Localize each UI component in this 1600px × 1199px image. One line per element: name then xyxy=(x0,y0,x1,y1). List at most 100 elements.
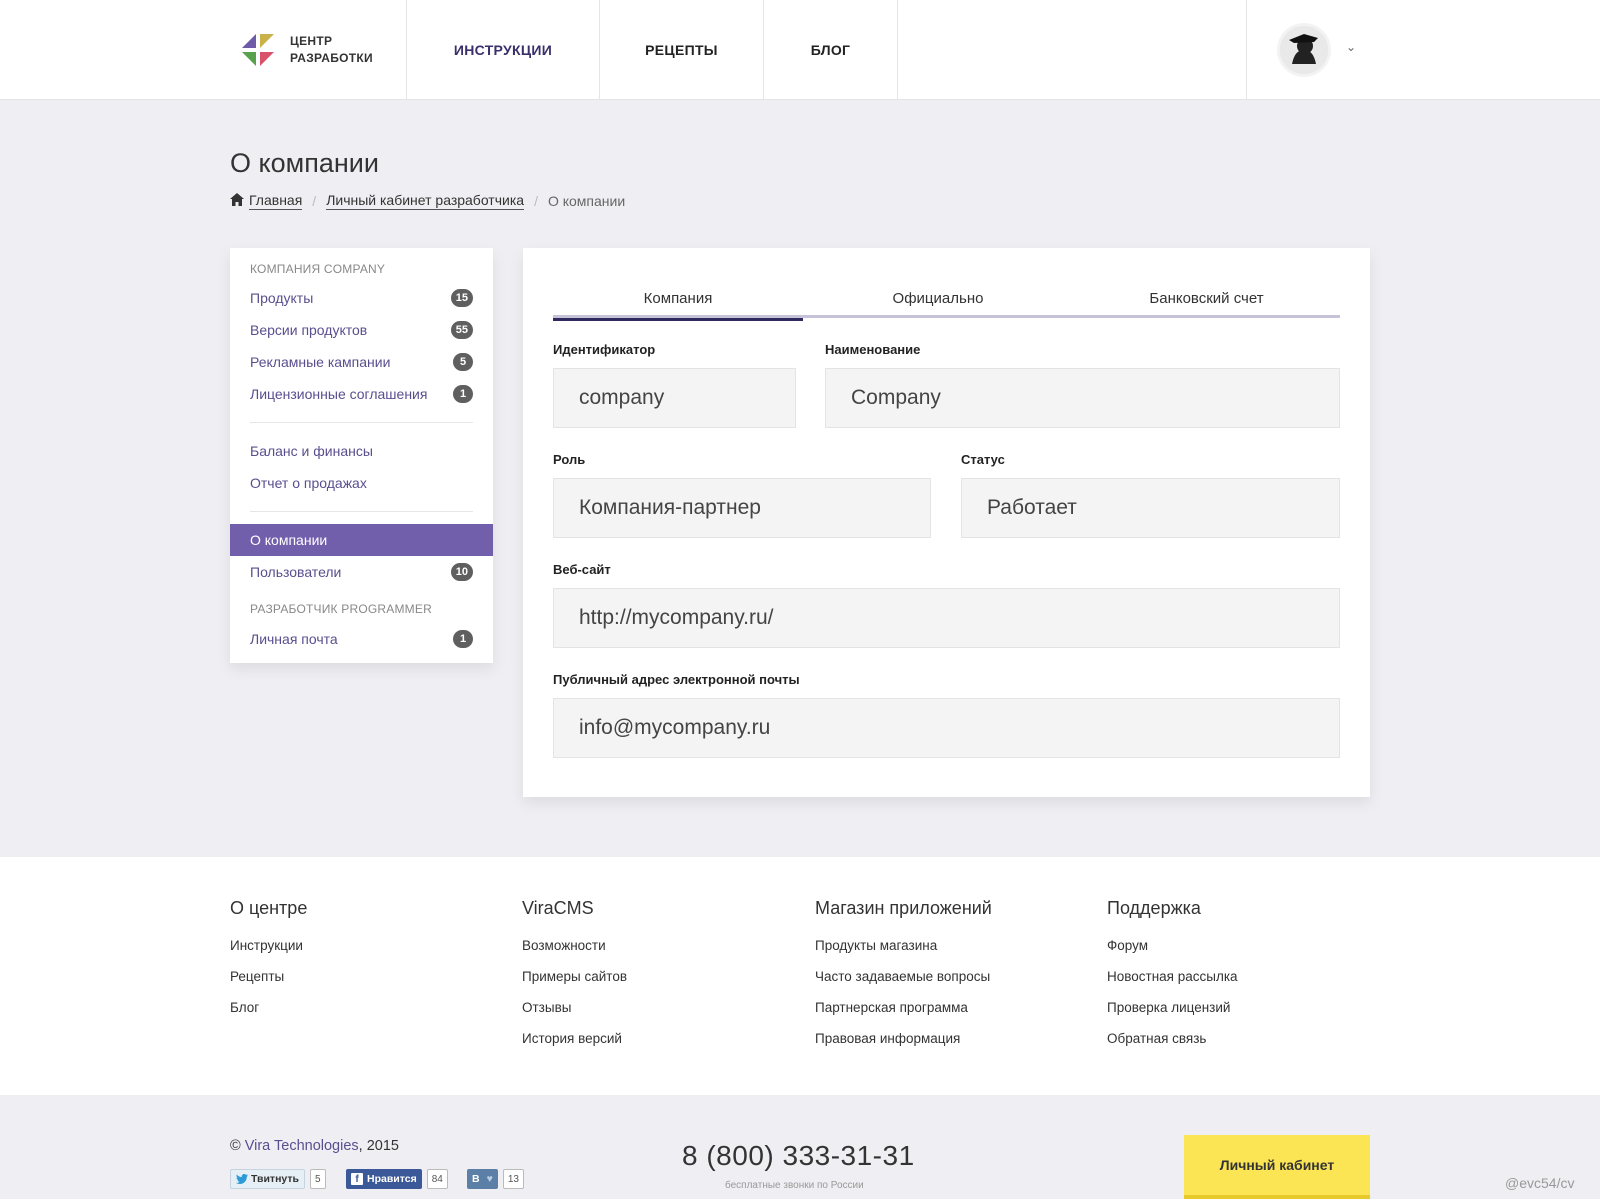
phone-note: бесплатные звонки по России xyxy=(725,1180,864,1191)
sidebar-item-products[interactable]: Продукты 15 xyxy=(230,282,493,314)
chevron-down-icon[interactable]: ⌄ xyxy=(1346,40,1356,54)
site-logo[interactable]: ЦЕНТР РАЗРАБОТКИ xyxy=(238,30,378,70)
tab-company[interactable]: Компания xyxy=(553,278,803,321)
breadcrumb: Главная / Личный кабинет разработчика / … xyxy=(230,192,625,210)
footer-col-support: Поддержка Форум Новостная рассылка Прове… xyxy=(1107,898,1238,1063)
footer-link[interactable]: Отзывы xyxy=(522,1001,627,1032)
nav-divider xyxy=(897,0,898,100)
watermark: @evc54/cv xyxy=(1505,1175,1575,1191)
public-email-label: Публичный адрес электронной почты xyxy=(553,672,800,687)
logo-mark-icon xyxy=(238,30,278,70)
heart-icon: ♥ xyxy=(486,1173,493,1185)
footer-col-about: О центре Инструкции Рецепты Блог xyxy=(230,898,307,1032)
sidebar-item-label: Рекламные кампании xyxy=(250,354,391,370)
role-field[interactable]: Компания-партнер xyxy=(553,478,931,538)
facebook-button[interactable]: f Нравится xyxy=(346,1169,422,1189)
footer-link[interactable]: Форум xyxy=(1107,939,1238,970)
sidebar-item-users[interactable]: Пользователи 10 xyxy=(230,556,493,588)
sidebar-item-ad-campaigns[interactable]: Рекламные кампании 5 xyxy=(230,346,493,378)
sidebar-divider xyxy=(250,422,473,423)
sidebar-group-programmer: РАЗРАБОТЧИК PROGRAMMER xyxy=(250,602,432,616)
user-avatar[interactable] xyxy=(1277,23,1331,77)
sidebar-item-label: Отчет о продажах xyxy=(250,475,367,491)
twitter-count: 5 xyxy=(309,1169,326,1189)
sidebar-item-label: Личная почта xyxy=(250,631,338,647)
home-icon xyxy=(230,193,244,209)
vk-count: 13 xyxy=(502,1169,524,1189)
sidebar-item-label: Продукты xyxy=(250,290,314,306)
website-label: Веб-сайт xyxy=(553,562,611,577)
footer-col-title: Поддержка xyxy=(1107,898,1201,918)
facebook-label: Нравится xyxy=(367,1173,417,1185)
vk-button[interactable]: В ♥ xyxy=(467,1169,498,1189)
sidebar-divider xyxy=(250,511,473,512)
count-badge: 1 xyxy=(453,385,473,403)
status-label: Статус xyxy=(961,452,1005,467)
twitter-share[interactable]: Твитнуть 5 xyxy=(230,1168,326,1190)
footer-link[interactable]: Блог xyxy=(230,1001,307,1032)
status-field[interactable]: Работает xyxy=(961,478,1340,538)
footer-link[interactable]: Правовая информация xyxy=(815,1032,992,1063)
brand-link[interactable]: Vira Technologies xyxy=(245,1138,359,1154)
website-field[interactable]: http://mycompany.ru/ xyxy=(553,588,1340,648)
vk-label: В xyxy=(472,1173,480,1185)
count-badge: 10 xyxy=(450,563,473,581)
sidebar: КОМПАНИЯ COMPANY Продукты 15 Версии прод… xyxy=(230,248,493,663)
sidebar-item-personal-mail[interactable]: Личная почта 1 xyxy=(230,623,493,655)
footer-link[interactable]: Инструкции xyxy=(230,939,307,970)
nav-recipes[interactable]: РЕЦЕПТЫ xyxy=(600,0,763,100)
personal-cabinet-button[interactable]: Личный кабинет xyxy=(1184,1135,1370,1199)
sidebar-item-sales-report[interactable]: Отчет о продажах xyxy=(230,467,493,499)
footer-link[interactable]: Партнерская программа xyxy=(815,1001,992,1032)
footer-link[interactable]: Новостная рассылка xyxy=(1107,970,1238,1001)
footer-link[interactable]: Часто задаваемые вопросы xyxy=(815,970,992,1001)
breadcrumb-cabinet-link[interactable]: Личный кабинет разработчика xyxy=(326,192,525,210)
count-badge: 1 xyxy=(453,630,473,648)
footer-link[interactable]: Возможности xyxy=(522,939,627,970)
count-badge: 15 xyxy=(450,289,473,307)
footer-col-title: Магазин приложений xyxy=(815,898,992,918)
role-label: Роль xyxy=(553,452,586,467)
nav-blog[interactable]: БЛОГ xyxy=(764,0,897,100)
facebook-like[interactable]: f Нравится 84 xyxy=(346,1168,448,1190)
twitter-label: Твитнуть xyxy=(251,1173,299,1185)
top-header: ЦЕНТР РАЗРАБОТКИ ИНСТРУКЦИИ РЕЦЕПТЫ БЛОГ… xyxy=(0,0,1600,100)
sidebar-item-label: Пользователи xyxy=(250,564,342,580)
sidebar-item-label: Баланс и финансы xyxy=(250,443,373,459)
footer-link[interactable]: Примеры сайтов xyxy=(522,970,627,1001)
vk-like[interactable]: В ♥ 13 xyxy=(467,1168,524,1190)
tab-bar: Компания Официально Банковский счет xyxy=(553,278,1340,321)
id-field[interactable]: company xyxy=(553,368,796,428)
twitter-icon xyxy=(236,1174,248,1184)
footer-col-app-store: Магазин приложений Продукты магазина Час… xyxy=(815,898,992,1063)
footer-link[interactable]: Обратная связь xyxy=(1107,1032,1238,1063)
footer-link[interactable]: Рецепты xyxy=(230,970,307,1001)
name-field[interactable]: Company xyxy=(825,368,1340,428)
footer-link[interactable]: Продукты магазина xyxy=(815,939,992,970)
breadcrumb-home-link[interactable]: Главная xyxy=(249,192,303,210)
breadcrumb-separator: / xyxy=(534,193,538,209)
count-badge: 55 xyxy=(450,321,473,339)
sidebar-item-about-company[interactable]: О компании xyxy=(230,524,493,556)
footer-col-viracms: ViraCMS Возможности Примеры сайтов Отзыв… xyxy=(522,898,627,1063)
sidebar-item-product-versions[interactable]: Версии продуктов 55 xyxy=(230,314,493,346)
sidebar-item-balance[interactable]: Баланс и финансы xyxy=(230,435,493,467)
footer-link[interactable]: Проверка лицензий xyxy=(1107,1001,1238,1032)
footer-link[interactable]: История версий xyxy=(522,1032,627,1063)
breadcrumb-separator: / xyxy=(312,193,317,209)
tab-bank-account[interactable]: Банковский счет xyxy=(1073,278,1340,318)
company-form-card: Компания Официально Банковский счет Иден… xyxy=(523,248,1370,797)
tab-official[interactable]: Официально xyxy=(803,278,1073,318)
sidebar-item-label: Лицензионные соглашения xyxy=(250,386,428,402)
logo-text: ЦЕНТР РАЗРАБОТКИ xyxy=(290,34,373,65)
facebook-icon: f xyxy=(351,1173,363,1185)
sidebar-group-company: КОМПАНИЯ COMPANY xyxy=(250,262,386,276)
twitter-button[interactable]: Твитнуть xyxy=(230,1169,305,1189)
phone-number: 8 (800) 333-31-31 xyxy=(682,1140,915,1171)
public-email-field[interactable]: info@mycompany.ru xyxy=(553,698,1340,758)
nav-instructions[interactable]: ИНСТРУКЦИИ xyxy=(407,0,599,100)
sidebar-item-license-agreements[interactable]: Лицензионные соглашения 1 xyxy=(230,378,493,410)
footer-col-title: О центре xyxy=(230,898,308,918)
copyright-year: , 2015 xyxy=(358,1138,399,1154)
nav-divider xyxy=(1246,0,1247,100)
